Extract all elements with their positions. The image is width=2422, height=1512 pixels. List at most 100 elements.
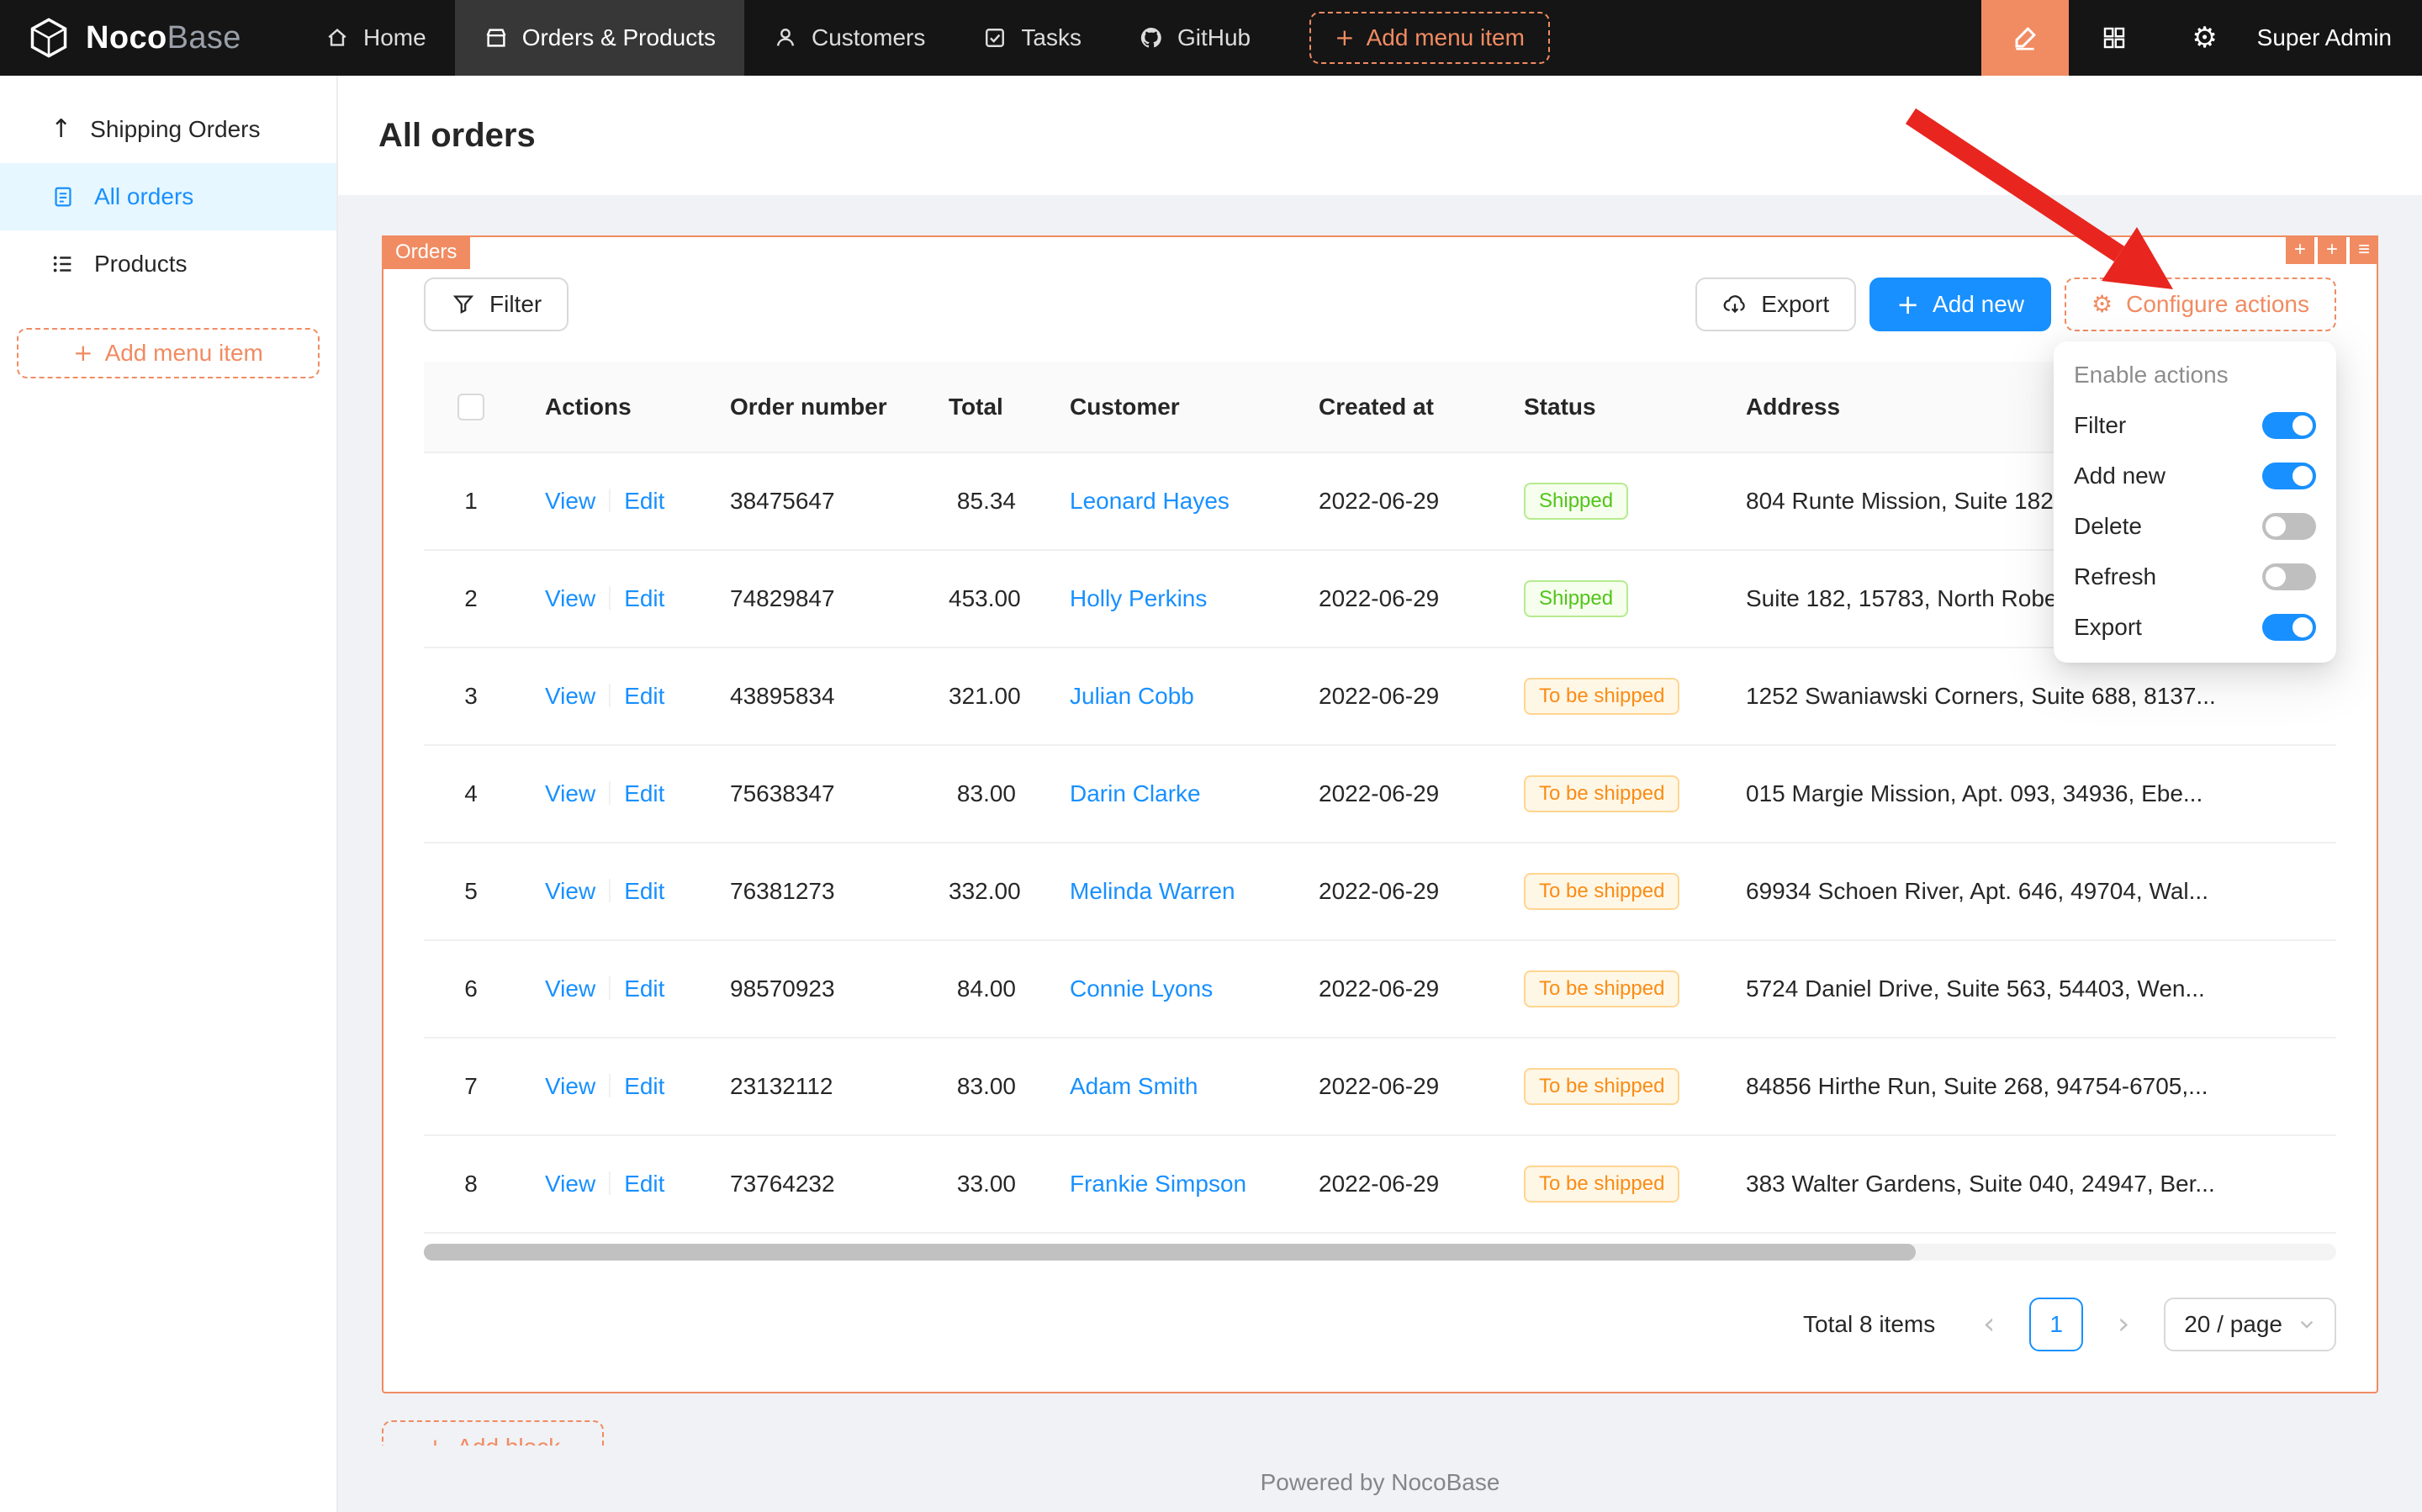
block-add-above-icon[interactable]: + [2286, 235, 2314, 264]
previous-page-button[interactable]: ‹ [1962, 1298, 2016, 1351]
export-label: Export [1761, 291, 1829, 318]
dropdown-item-export[interactable]: Export [2054, 602, 2336, 653]
customer-link[interactable]: Darin Clarke [1070, 780, 1201, 806]
total-cell: 83.00 [922, 745, 1043, 843]
ui-editor-mode-button[interactable] [1981, 0, 2069, 76]
sidebar-item-label: Shipping Orders [90, 116, 260, 143]
sidebar-item-products[interactable]: Products [0, 230, 336, 298]
delete-toggle-switch[interactable] [2262, 513, 2316, 540]
table-wrapper: Actions Order number Total Customer Crea… [424, 362, 2336, 1234]
export-button[interactable]: Export [1695, 278, 1856, 331]
grid-icon [2101, 24, 2128, 51]
current-user-menu[interactable]: Super Admin [2250, 24, 2422, 51]
address-cell: 84856 Hirthe Run, Suite 268, 94754-6705,… [1719, 1038, 2336, 1135]
app-window: NocoBase Home Orders & Products Customer… [0, 0, 2422, 1512]
navbar-add-menu-item-button[interactable]: + Add menu item [1309, 12, 1550, 64]
address-cell: 383 Walter Gardens, Suite 040, 24947, Be… [1719, 1135, 2336, 1233]
customer-link[interactable]: Holly Perkins [1070, 585, 1207, 611]
order-number-cell: 43895834 [703, 648, 922, 745]
block-collection-tag[interactable]: Orders [382, 235, 470, 269]
switch-knob [2266, 516, 2286, 537]
customer-link[interactable]: Adam Smith [1070, 1073, 1198, 1099]
edit-link[interactable]: Edit [624, 585, 664, 611]
left-sidebar: ↑ Shipping Orders All orders Products + … [0, 76, 338, 1512]
edit-link[interactable]: Edit [624, 1171, 664, 1197]
view-link[interactable]: View [545, 683, 595, 709]
sidebar-item-all-orders[interactable]: All orders [0, 163, 336, 230]
nav-item-github[interactable]: GitHub [1110, 0, 1279, 76]
cloud-download-icon [1722, 292, 1748, 317]
next-page-button[interactable]: › [2097, 1298, 2150, 1351]
view-link[interactable]: View [545, 1171, 595, 1197]
add-new-toggle-switch[interactable] [2262, 463, 2316, 489]
settings-gear-button[interactable]: ⚙ [2160, 0, 2250, 76]
refresh-toggle-switch[interactable] [2262, 563, 2316, 590]
edit-link[interactable]: Edit [624, 488, 664, 514]
add-block-button[interactable]: + Add block [382, 1420, 604, 1446]
view-link[interactable]: View [545, 1073, 595, 1099]
enable-actions-dropdown: Enable actions Filter Add new Delete [2054, 341, 2336, 663]
customer-link[interactable]: Connie Lyons [1070, 975, 1213, 1002]
total-cell: 85.34 [922, 452, 1043, 550]
brand-bold: Noco [86, 20, 167, 56]
divider [609, 586, 611, 610]
sidebar-item-shipping-orders[interactable]: ↑ Shipping Orders [0, 96, 336, 163]
view-link[interactable]: View [545, 975, 595, 1002]
status-badge: Shipped [1524, 483, 1628, 520]
divider [609, 781, 611, 805]
divider [609, 1074, 611, 1097]
configure-actions-button[interactable]: ⚙ Configure actions [2065, 278, 2336, 331]
configure-actions-label: Configure actions [2126, 291, 2309, 318]
status-badge: To be shipped [1524, 1068, 1679, 1105]
nav-item-orders-products[interactable]: Orders & Products [455, 0, 744, 76]
view-link[interactable]: View [545, 488, 595, 514]
edit-link[interactable]: Edit [624, 683, 664, 709]
status-badge: To be shipped [1524, 873, 1679, 910]
dropdown-item-filter[interactable]: Filter [2054, 400, 2336, 451]
edit-link[interactable]: Edit [624, 975, 664, 1002]
view-link[interactable]: View [545, 878, 595, 904]
created-at-cell: 2022-06-29 [1292, 1038, 1497, 1135]
customer-link[interactable]: Melinda Warren [1070, 878, 1235, 904]
sidebar-add-menu-item-button[interactable]: + Add menu item [17, 328, 320, 378]
nav-item-tasks[interactable]: Tasks [954, 0, 1110, 76]
customer-link[interactable]: Frankie Simpson [1070, 1171, 1246, 1197]
nav-item-home[interactable]: Home [296, 0, 455, 76]
table-row: 5 ViewEdit 76381273 332.00 Melinda Warre… [424, 843, 2336, 940]
add-new-button[interactable]: + Add new [1869, 278, 2051, 331]
filter-toggle-switch[interactable] [2262, 412, 2316, 439]
main-panel: All orders Orders + + ≡ Filter [338, 76, 2422, 1512]
dropdown-item-add-new[interactable]: Add new [2054, 451, 2336, 501]
export-toggle-switch[interactable] [2262, 614, 2316, 641]
block-menu-icon[interactable]: ≡ [2350, 235, 2378, 264]
customer-link[interactable]: Julian Cobb [1070, 683, 1194, 709]
status-badge: To be shipped [1524, 1166, 1679, 1203]
nav-item-label: Tasks [1021, 24, 1081, 51]
nav-item-label: Customers [812, 24, 925, 51]
edit-link[interactable]: Edit [624, 878, 664, 904]
pagination-total: Total 8 items [1803, 1311, 1935, 1338]
select-all-checkbox[interactable] [457, 394, 484, 420]
horizontal-scrollbar-thumb[interactable] [424, 1244, 1916, 1261]
filter-button[interactable]: Filter [424, 278, 568, 331]
switch-knob [2292, 415, 2313, 436]
plugins-grid-button[interactable] [2069, 0, 2160, 76]
dropdown-item-refresh[interactable]: Refresh [2054, 552, 2336, 602]
view-link[interactable]: View [545, 585, 595, 611]
row-index: 8 [424, 1135, 518, 1233]
highlighter-icon [2011, 24, 2039, 52]
edit-link[interactable]: Edit [624, 1073, 664, 1099]
page-number-button[interactable]: 1 [2029, 1298, 2083, 1351]
table-row: 3 ViewEdit 43895834 321.00 Julian Cobb 2… [424, 648, 2336, 745]
edit-link[interactable]: Edit [624, 780, 664, 806]
nocobase-logo[interactable]: NocoBase [0, 0, 296, 76]
created-at-cell: 2022-06-29 [1292, 843, 1497, 940]
dropdown-item-label: Add new [2074, 463, 2166, 489]
total-cell: 33.00 [922, 1135, 1043, 1233]
page-size-select[interactable]: 20 / page [2164, 1298, 2336, 1351]
block-add-below-icon[interactable]: + [2318, 235, 2346, 264]
dropdown-item-delete[interactable]: Delete [2054, 501, 2336, 552]
customer-link[interactable]: Leonard Hayes [1070, 488, 1230, 514]
nav-item-customers[interactable]: Customers [744, 0, 954, 76]
view-link[interactable]: View [545, 780, 595, 806]
